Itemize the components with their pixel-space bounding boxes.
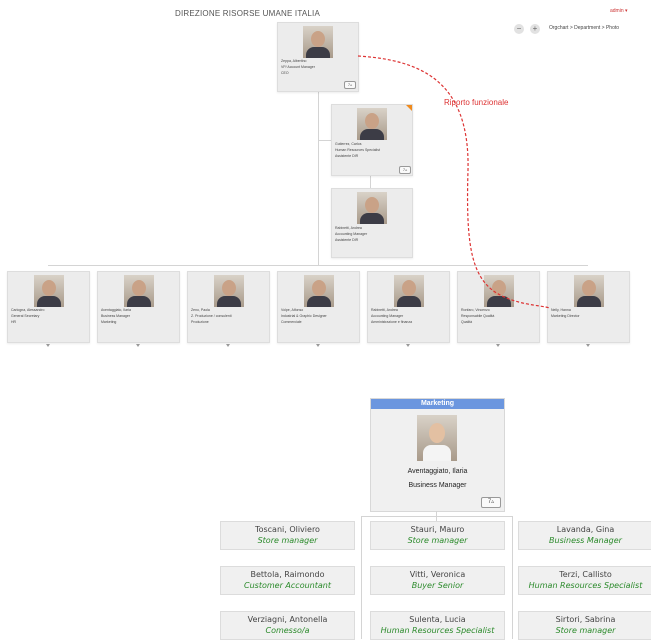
connector-line [512, 516, 513, 639]
subordinate-card[interactable]: Sirtori, Sabrina Store manager [518, 611, 651, 640]
sub-role: Customer Accountant [244, 581, 331, 590]
sub-role: Human Resources Specialist [380, 626, 495, 635]
sub-role: Business Manager [549, 536, 622, 545]
sub-name: Terzi, Callisto [559, 570, 612, 579]
sub-role: Buyer Senior [411, 581, 464, 590]
sub-name: Sulenta, Lucia [409, 615, 466, 624]
connector-line [361, 516, 513, 517]
department-header: Marketing [371, 399, 504, 409]
sub-name: Toscani, Oliviero [255, 525, 320, 534]
sub-role: Store manager [555, 626, 616, 635]
subordinate-card[interactable]: Terzi, Callisto Human Resources Specialis… [518, 566, 651, 595]
avatar [417, 415, 457, 461]
subordinate-card[interactable]: Lavanda, Gina Business Manager [518, 521, 651, 550]
sub-role: Comesso/a [265, 626, 310, 635]
subordinate-card[interactable]: Verziagni, Antonella Comesso/a [220, 611, 355, 640]
subordinate-card[interactable]: Toscani, Oliviero Store manager [220, 521, 355, 550]
sub-name: Vitti, Veronica [409, 570, 466, 579]
functional-report-label: Riporto funzionale [444, 98, 509, 107]
sub-name: Verziagni, Antonella [247, 615, 328, 624]
subordinate-card[interactable]: Stauri, Mauro Store manager [370, 521, 505, 550]
functional-report-arrow [357, 55, 551, 309]
subordinate-card[interactable]: Vitti, Veronica Buyer Senior [370, 566, 505, 595]
sub-name: Lavanda, Gina [556, 525, 615, 534]
sub-name: Stauri, Mauro [410, 525, 465, 534]
sub-role: Store manager [407, 536, 468, 545]
sub-role: Store manager [257, 536, 318, 545]
subordinate-card[interactable]: Sulenta, Lucia Human Resources Specialist [370, 611, 505, 640]
sub-name: Sirtori, Sabrina [555, 615, 616, 624]
connector-line [361, 516, 362, 639]
department-card-marketing[interactable]: Marketing Aventaggiato, Ilaria Business … [370, 398, 505, 512]
sub-name: Bettola, Raimondo [250, 570, 325, 579]
sub-role: Human Resources Specialist [528, 581, 643, 590]
subordinate-card[interactable]: Bettola, Raimondo Customer Accountant [220, 566, 355, 595]
expand-button[interactable]: 7▵ [481, 497, 501, 508]
card-title: Business Manager [408, 482, 467, 489]
card-name: Aventaggiato, Ilaria [407, 468, 468, 475]
